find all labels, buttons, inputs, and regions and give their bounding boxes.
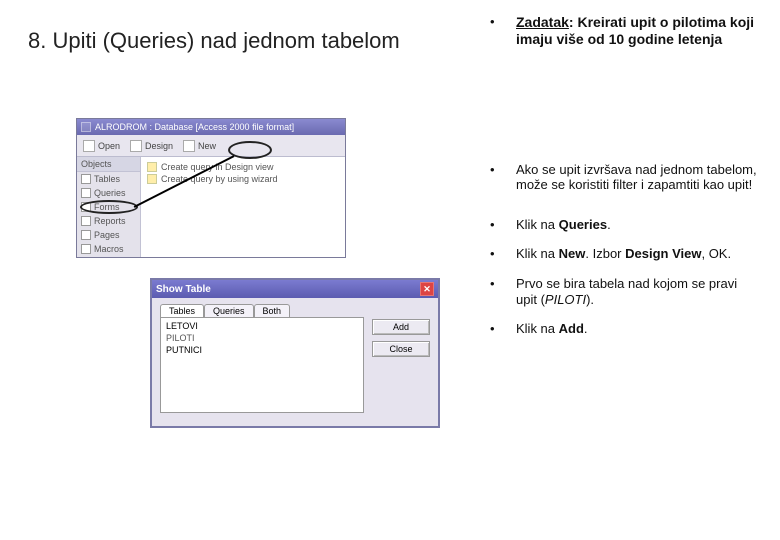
bullet-6: • Klik na Add. (490, 321, 760, 337)
db-list: Create query in Design view Create query… (141, 157, 345, 257)
db-title-text: ALRODROM : Database [Access 2000 file fo… (95, 122, 294, 132)
bullet-2: • Ako se upit izvršava nad jednom tabelo… (490, 162, 760, 193)
list-item[interactable]: Create query in Design view (147, 161, 339, 173)
tables-icon (81, 174, 91, 184)
db-toolbar: Open Design New (77, 135, 345, 157)
circle-annotation-new (228, 141, 272, 159)
slide-title: 8. Upiti (Queries) nad jednom tabelom (28, 28, 400, 54)
bullet-3: • Klik na Queries. (490, 217, 760, 233)
dialog-title-text: Show Table (156, 284, 211, 295)
open-icon (83, 140, 95, 152)
sidebar-item-reports[interactable]: Reports (77, 214, 140, 228)
bullet-4: • Klik na New. Izbor Design View, OK. (490, 246, 760, 262)
close-icon[interactable]: ✕ (420, 282, 434, 296)
sidebar-item-macros[interactable]: Macros (77, 242, 140, 256)
sidebar-item-queries[interactable]: Queries (77, 186, 140, 200)
circle-annotation-queries (80, 200, 138, 214)
task-label: Zadatak (516, 14, 569, 30)
dialog-titlebar: Show Table ✕ (152, 280, 438, 298)
macros-icon (81, 244, 91, 254)
new-button[interactable]: New (183, 140, 216, 152)
design-button[interactable]: Design (130, 140, 173, 152)
table-row[interactable]: PILOTI (163, 332, 361, 344)
sidebar-item-pages[interactable]: Pages (77, 228, 140, 242)
reports-icon (81, 216, 91, 226)
table-row[interactable]: PUTNICI (163, 344, 361, 356)
tab-both[interactable]: Both (254, 304, 291, 317)
bullet-task: • Zadatak: Kreirati upit o pilotima koji… (490, 14, 760, 48)
wizard-icon (147, 162, 157, 172)
close-button[interactable]: Close (372, 341, 430, 357)
pages-icon (81, 230, 91, 240)
table-row[interactable]: LETOVI (163, 320, 361, 332)
open-button[interactable]: Open (83, 140, 120, 152)
dialog-tabs: Tables Queries Both (152, 298, 438, 317)
dialog-table-list[interactable]: LETOVI PILOTI PUTNICI (160, 317, 364, 413)
database-window: ALRODROM : Database [Access 2000 file fo… (76, 118, 346, 258)
bullet-5: • Prvo se bira tabela nad kojom se pravi… (490, 276, 760, 307)
db-icon (81, 122, 91, 132)
wizard-icon (147, 174, 157, 184)
sidebar-item-tables[interactable]: Tables (77, 172, 140, 186)
new-icon (183, 140, 195, 152)
design-icon (130, 140, 142, 152)
add-button[interactable]: Add (372, 319, 430, 335)
tab-queries[interactable]: Queries (204, 304, 254, 317)
objects-header: Objects (77, 157, 140, 172)
show-table-dialog: Show Table ✕ Tables Queries Both LETOVI … (150, 278, 440, 428)
queries-icon (81, 188, 91, 198)
right-column: • Zadatak: Kreirati upit o pilotima koji… (490, 14, 760, 351)
db-titlebar: ALRODROM : Database [Access 2000 file fo… (77, 119, 345, 135)
tab-tables[interactable]: Tables (160, 304, 204, 317)
